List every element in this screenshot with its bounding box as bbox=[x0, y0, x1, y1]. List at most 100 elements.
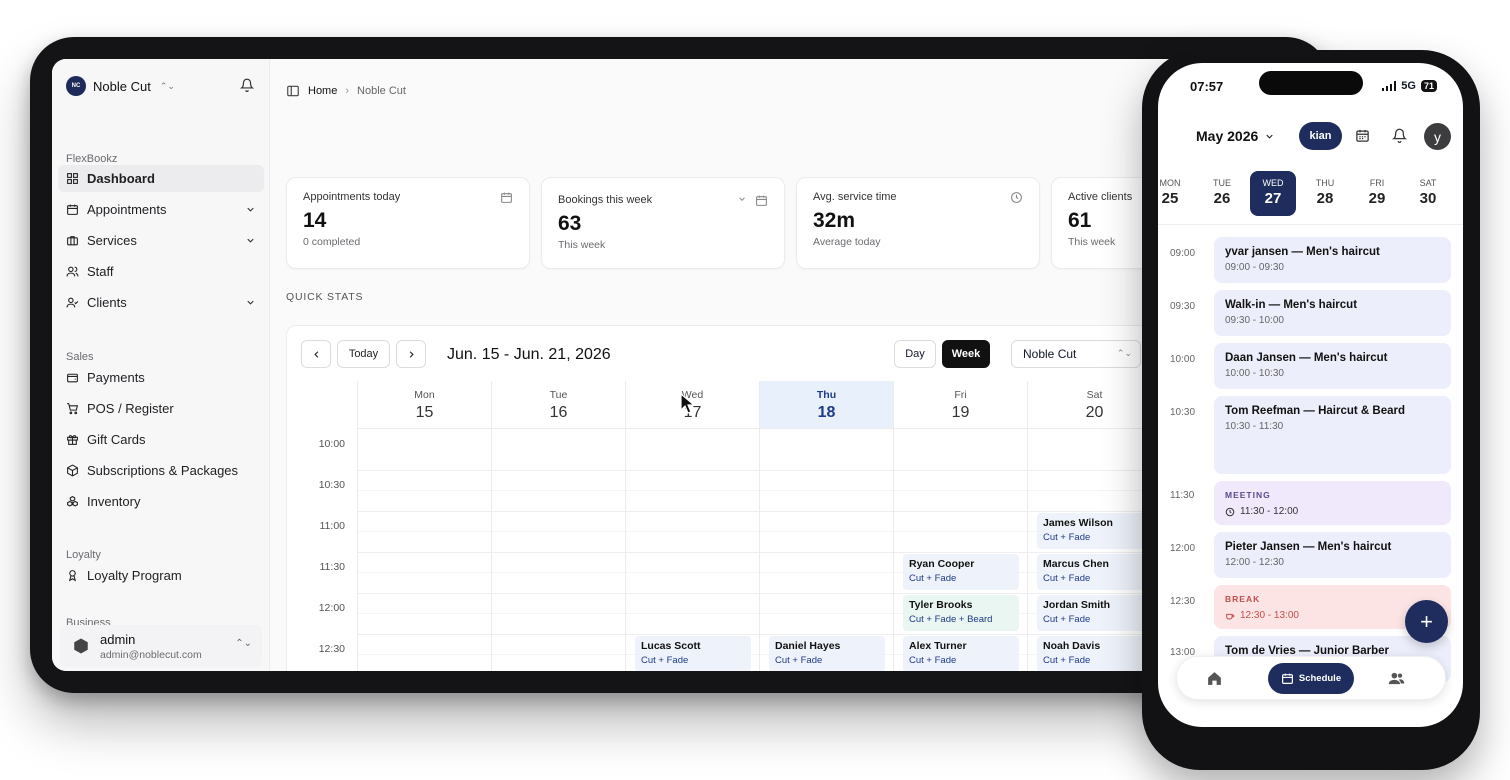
sidebar-item-inventory[interactable]: Inventory bbox=[58, 488, 264, 515]
month-label: May 2026 bbox=[1196, 128, 1259, 144]
section-title-main: FlexBookz bbox=[66, 153, 118, 165]
event-client: James Wilson bbox=[1043, 517, 1113, 529]
section-title-loyalty: Loyalty bbox=[66, 549, 101, 561]
week-day-tue[interactable]: TUE 26 bbox=[1199, 171, 1245, 216]
day-number: 28 bbox=[1316, 190, 1334, 207]
sidebar-item-label: Loyalty Program bbox=[87, 568, 182, 583]
calendar-event[interactable]: Noah Davis Cut + Fade bbox=[1037, 636, 1153, 671]
day-number: 18 bbox=[817, 404, 836, 421]
time-label: 12:30 bbox=[1170, 596, 1196, 607]
staff-chip[interactable]: kian bbox=[1299, 122, 1342, 150]
sidebar-item-clients[interactable]: Clients bbox=[58, 289, 264, 316]
week-day-wed[interactable]: WED 27 bbox=[1250, 171, 1296, 216]
calendar-event[interactable]: Ryan Cooper Cut + Fade bbox=[903, 554, 1019, 590]
event-client: Jordan Smith bbox=[1043, 599, 1111, 611]
chevron-down-icon bbox=[1266, 134, 1273, 139]
event-client: Daniel Hayes bbox=[775, 640, 841, 652]
coffee-icon bbox=[1226, 613, 1235, 619]
bell-icon[interactable] bbox=[240, 78, 254, 92]
meeting-time: 11:30 - 12:00 bbox=[1240, 506, 1299, 517]
event-client: Alex Turner bbox=[909, 640, 967, 652]
org-switcher[interactable]: NC Noble Cut ⌃⌄ bbox=[66, 76, 175, 96]
people-icon[interactable] bbox=[1388, 670, 1405, 687]
next-week-button[interactable] bbox=[396, 340, 426, 368]
sidebar-item-appointments[interactable]: Appointments bbox=[58, 196, 264, 223]
sidebar-item-gift-cards[interactable]: Gift Cards bbox=[58, 426, 264, 453]
day-number: 15 bbox=[415, 404, 434, 421]
sidebar-item-services[interactable]: Services bbox=[58, 227, 264, 254]
day-header-sat[interactable]: Sat 20 bbox=[1027, 381, 1161, 429]
appointment-title: Daan Jansen — Men's haircut bbox=[1225, 352, 1388, 364]
phone-screen: 07:57 5G 71 May 2026 kian y MON 25 TUE 2… bbox=[1158, 63, 1463, 727]
appointment-title: Pieter Jansen — Men's haircut bbox=[1225, 541, 1392, 553]
calendar-event[interactable]: Marcus Chen Cut + Fade bbox=[1037, 554, 1153, 590]
bell-icon[interactable] bbox=[1392, 128, 1407, 143]
mouse-cursor-icon bbox=[680, 393, 696, 414]
week-day-thu[interactable]: THU 28 bbox=[1302, 171, 1348, 216]
day-name: MON bbox=[1159, 178, 1181, 188]
time-label: 11:30 bbox=[319, 561, 346, 573]
sidebar-item-pos-register[interactable]: POS / Register bbox=[58, 395, 264, 422]
user-menu[interactable]: admin admin@noblecut.com ⌃⌄ bbox=[60, 625, 262, 667]
quick-stats-heading: QUICK STATS bbox=[286, 291, 364, 303]
sidebar-toggle-icon[interactable] bbox=[286, 84, 300, 98]
column-line bbox=[1027, 429, 1028, 671]
calendar-icon bbox=[756, 195, 767, 206]
add-appointment-button[interactable]: + bbox=[1405, 600, 1448, 643]
meeting-block[interactable]: MEETING 11:30 - 12:00 bbox=[1214, 481, 1451, 525]
location-select[interactable]: Noble Cut ⌃⌄ bbox=[1011, 340, 1141, 368]
sidebar-item-dashboard[interactable]: Dashboard bbox=[58, 165, 264, 192]
user-email: admin@noblecut.com bbox=[100, 648, 202, 661]
stat-card-bookings-week: Bookings this week 63 This week bbox=[541, 177, 785, 269]
calendar-event[interactable]: Daniel Hayes Cut + Fade bbox=[769, 636, 885, 671]
column-line bbox=[625, 429, 626, 671]
signal-icon bbox=[1382, 81, 1397, 91]
day-number: 27 bbox=[1264, 190, 1282, 207]
calendar-event[interactable]: Alex Turner Cut + Fade bbox=[903, 636, 1019, 671]
view-day-button[interactable]: Day bbox=[894, 340, 936, 368]
sidebar-item-subscriptions[interactable]: Subscriptions & Packages bbox=[58, 457, 264, 484]
appointment-card[interactable]: Tom Reefman — Haircut & Beard 10:30 - 11… bbox=[1214, 396, 1451, 474]
day-header-mon[interactable]: Mon 15 bbox=[357, 381, 491, 429]
calendar-event[interactable]: Lucas Scott Cut + Fade bbox=[635, 636, 751, 671]
date-range: Jun. 15 - Jun. 21, 2026 bbox=[447, 346, 611, 363]
day-header-fri[interactable]: Fri 19 bbox=[893, 381, 1027, 429]
month-selector[interactable]: May 2026 bbox=[1196, 128, 1275, 144]
calendar-icon[interactable] bbox=[1355, 128, 1370, 143]
day-header-tue[interactable]: Tue 16 bbox=[491, 381, 625, 429]
prev-week-button[interactable] bbox=[301, 340, 331, 368]
tab-schedule[interactable]: Schedule bbox=[1268, 663, 1354, 694]
day-header-thu[interactable]: Thu 18 bbox=[759, 381, 893, 429]
week-day-fri[interactable]: FRI 29 bbox=[1354, 171, 1400, 216]
sidebar-item-label: Appointments bbox=[87, 202, 167, 217]
calendar-event[interactable]: James Wilson Cut + Fade bbox=[1037, 513, 1153, 549]
appointment-card[interactable]: yvar jansen — Men's haircut 09:00 - 09:3… bbox=[1214, 237, 1451, 283]
org-logo: NC bbox=[66, 76, 86, 96]
appointment-card[interactable]: Pieter Jansen — Men's haircut 12:00 - 12… bbox=[1214, 532, 1451, 578]
home-icon[interactable] bbox=[1206, 670, 1223, 687]
sidebar-item-loyalty-program[interactable]: Loyalty Program bbox=[58, 562, 264, 589]
week-day-sat[interactable]: SAT 30 bbox=[1405, 171, 1451, 216]
day-number: 26 bbox=[1213, 190, 1231, 207]
appointment-card[interactable]: Walk-in — Men's haircut 09:30 - 10:00 bbox=[1214, 290, 1451, 336]
card-label: Appointments today bbox=[303, 191, 401, 203]
week-day-mon[interactable]: MON 25 bbox=[1158, 171, 1193, 216]
sidebar-item-payments[interactable]: Payments bbox=[58, 364, 264, 391]
event-service: Cut + Fade bbox=[1043, 532, 1091, 543]
today-button[interactable]: Today bbox=[337, 340, 390, 368]
user-avatar-icon bbox=[74, 638, 88, 654]
day-name: SAT bbox=[1419, 178, 1437, 188]
calendar-event[interactable]: Jordan Smith Cut + Fade bbox=[1037, 595, 1153, 631]
calendar-event[interactable]: Tyler Brooks Cut + Fade + Beard bbox=[903, 595, 1019, 631]
card-sub: Average today bbox=[813, 236, 881, 248]
view-week-button[interactable]: Week bbox=[942, 340, 990, 368]
day-name: THU bbox=[1315, 178, 1335, 188]
avatar[interactable]: y bbox=[1424, 123, 1451, 150]
breadcrumb-home[interactable]: Home bbox=[308, 85, 337, 97]
day-number: 19 bbox=[951, 404, 970, 421]
appointment-card[interactable]: Daan Jansen — Men's haircut 10:00 - 10:3… bbox=[1214, 343, 1451, 389]
sidebar-item-staff[interactable]: Staff bbox=[58, 258, 264, 285]
column-line bbox=[357, 429, 358, 671]
chevron-down-icon[interactable] bbox=[737, 194, 747, 204]
event-client: Tyler Brooks bbox=[909, 599, 973, 611]
